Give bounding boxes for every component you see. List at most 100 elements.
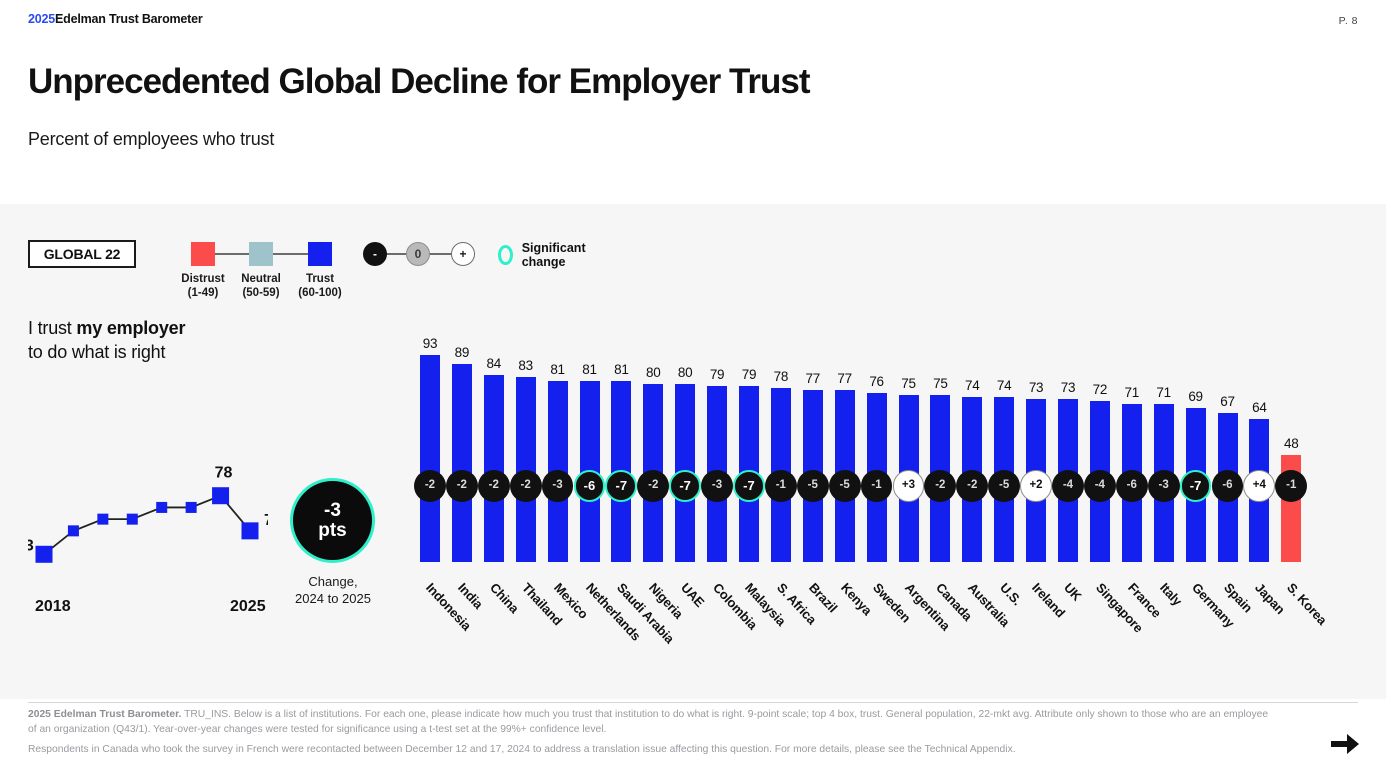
bar-column[interactable]: 74 -2 Australia <box>956 322 1013 672</box>
change-dot[interactable]: -2 <box>477 470 510 502</box>
bar-column[interactable]: 80 -7 UAE <box>669 322 708 672</box>
change-dot[interactable]: -3 <box>701 470 733 502</box>
change-dot[interactable]: -4 <box>1052 470 1084 502</box>
bar-column[interactable]: 75 -2 Canada <box>924 322 976 672</box>
bar-column[interactable]: 76 -1 Sweden <box>860 322 913 672</box>
trend-line-chart: 73 78 75 <box>28 465 268 563</box>
significant-change-label: Significant change <box>521 241 586 269</box>
attribute-statement: I trust my employer to do what is right <box>28 316 185 365</box>
change-dot[interactable]: +4 <box>1243 470 1276 502</box>
change-dot[interactable]: -7 <box>733 470 765 502</box>
change-dot[interactable]: -2 <box>445 470 478 502</box>
trend-point[interactable] <box>212 487 230 505</box>
bar-column[interactable]: 77 -5 Brazil <box>796 322 840 672</box>
change-dot[interactable]: -2 <box>924 470 957 502</box>
trend-point[interactable] <box>97 513 109 525</box>
next-slide-arrow-icon[interactable] <box>1330 731 1360 757</box>
bar-value-label: 74 <box>965 377 980 393</box>
bar-column[interactable]: 77 -5 Kenya <box>828 322 875 672</box>
change-dot[interactable]: -4 <box>1083 470 1116 502</box>
change-key-zero: 0 <box>406 242 430 266</box>
bar-column[interactable]: 79 -7 Malaysia <box>733 322 789 672</box>
bar-value-label: 77 <box>805 371 821 387</box>
page-subtitle: Percent of employees who trust <box>28 129 275 149</box>
bar-column[interactable]: 71 -3 Italy <box>1147 322 1185 672</box>
trend-point-label: 75 <box>264 512 268 529</box>
bar-value-label: 84 <box>486 355 502 371</box>
bar-value-label: 81 <box>550 362 565 378</box>
bar-column[interactable]: 67 -6 Spain <box>1211 322 1255 672</box>
bar-column[interactable]: 81 -6 Netherlands <box>573 322 643 672</box>
bar-column[interactable]: 69 -7 Germany <box>1179 322 1237 672</box>
swatch-range-trust: (60-100) <box>298 287 342 300</box>
bar-value-label: 73 <box>1028 380 1044 396</box>
bar-column[interactable]: 72 -4 Singapore <box>1083 322 1146 672</box>
trend-year-start: 2018 <box>35 598 71 615</box>
trend-point[interactable] <box>185 501 197 513</box>
bar-column[interactable]: 79 -3 Colombia <box>701 322 760 672</box>
bar-value-label: 71 <box>1124 384 1140 400</box>
significant-change-legend: Significant change <box>498 241 591 269</box>
bar-column[interactable]: 71 -6 France <box>1115 322 1164 672</box>
slide-footer: 2025 Edelman Trust Barometer. TRU_INS. B… <box>0 699 1386 774</box>
swatch-label-distrust-text: Distrust <box>181 273 225 285</box>
bar-column[interactable]: 78 -1 S. Africa <box>764 322 819 672</box>
bar-value-label: 83 <box>518 357 533 373</box>
page-title: Unprecedented Global Decline for Employe… <box>28 62 811 101</box>
bar-value-label: 76 <box>869 373 884 389</box>
trend-point[interactable] <box>67 525 79 537</box>
change-dot[interactable]: -7 <box>1179 470 1212 502</box>
change-dot[interactable]: -1 <box>1275 470 1308 502</box>
footnote-primary-text: TRU_INS. Below is a list of institutions… <box>28 709 1269 735</box>
trend-point[interactable] <box>156 501 168 513</box>
change-dot[interactable]: -5 <box>988 470 1021 502</box>
swatch-distrust <box>191 242 215 266</box>
change-dot[interactable]: -5 <box>796 470 829 502</box>
bar-column[interactable]: 74 -5 U.S. <box>988 322 1025 672</box>
change-dot[interactable]: -7 <box>669 470 702 502</box>
change-dot[interactable]: -3 <box>541 470 574 502</box>
bar-value-label: 72 <box>1092 382 1108 398</box>
trend-point-label: 73 <box>28 537 34 554</box>
bar-column[interactable]: 93 -2 Indonesia <box>414 322 474 672</box>
bar-column[interactable]: 48 -1 S. Korea <box>1275 322 1330 672</box>
change-dot[interactable]: -2 <box>637 470 670 502</box>
bar-value-label: 93 <box>422 335 438 351</box>
change-dot[interactable]: -6 <box>1115 470 1148 502</box>
swatch-neutral <box>249 242 273 266</box>
change-dot[interactable]: -6 <box>573 470 606 502</box>
bar-rect <box>483 374 504 562</box>
global-scope-chip[interactable]: GLOBAL 22 <box>28 240 136 268</box>
change-dot[interactable]: +2 <box>1020 470 1052 502</box>
bar-column[interactable]: 73 -4 UK <box>1052 322 1085 672</box>
trend-point[interactable] <box>241 522 259 540</box>
change-dot[interactable]: -7 <box>605 470 638 502</box>
change-dot[interactable]: -2 <box>414 470 446 502</box>
bar-category-label: S. Korea <box>1284 580 1331 628</box>
change-dot[interactable]: -1 <box>860 470 893 502</box>
bar-column[interactable]: 64 +4 Japan <box>1243 322 1288 672</box>
trend-point[interactable] <box>126 513 138 525</box>
brand-year: 2025 <box>28 12 56 26</box>
bar-column[interactable]: 84 -2 China <box>477 322 522 672</box>
slide-root: 2025Edelman Trust Barometer P. 8 Unprece… <box>0 0 1386 774</box>
change-dot[interactable]: +3 <box>892 470 925 502</box>
trend-point[interactable] <box>35 545 53 563</box>
change-dot[interactable]: -2 <box>956 470 989 502</box>
change-caption-line2: 2024 to 2025 <box>295 590 371 606</box>
attribute-prefix: I trust <box>28 318 77 338</box>
bar-rect <box>420 354 440 562</box>
bar-column[interactable]: 73 +2 Ireland <box>1020 322 1068 672</box>
change-dot[interactable]: -6 <box>1211 470 1244 502</box>
bar-column[interactable]: 81 -7 Saudi Arabia <box>605 322 678 672</box>
bar-column[interactable]: 75 +3 Argentina <box>892 322 953 672</box>
bar-column[interactable]: 89 -2 India <box>445 322 486 672</box>
change-dot[interactable]: -5 <box>828 470 861 502</box>
change-dot[interactable]: -3 <box>1147 470 1180 502</box>
bar-column[interactable]: 81 -3 Mexico <box>541 322 591 672</box>
bar-column[interactable]: 80 -2 Nigeria <box>637 322 686 672</box>
slide-body: GLOBAL 22 Distrust (1-49) Neutral (50-59… <box>0 204 1386 699</box>
change-dot[interactable]: -1 <box>764 470 797 502</box>
change-dot[interactable]: -2 <box>509 470 542 502</box>
bar-column[interactable]: 83 -2 Thailand <box>509 322 565 672</box>
